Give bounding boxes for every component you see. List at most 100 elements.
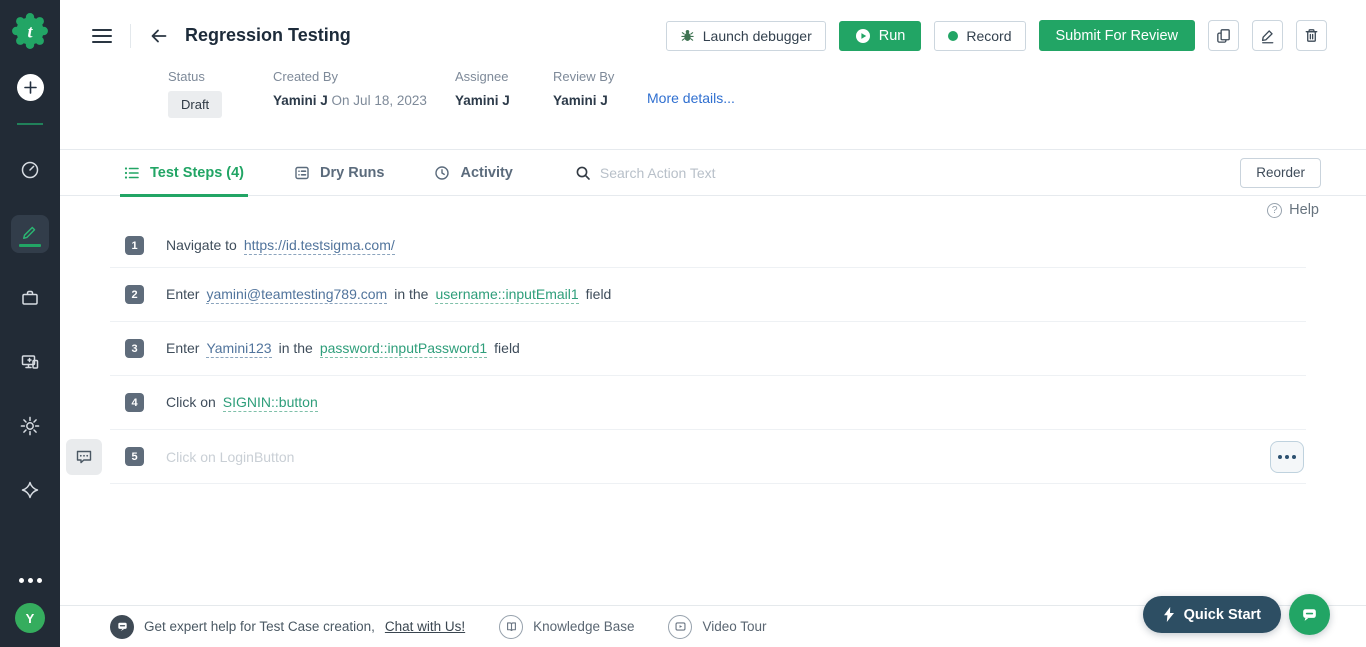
step-number-badge: 2	[125, 285, 144, 304]
test-step-row-1[interactable]: 1 Navigate to https://id.testsigma.com/	[110, 224, 1306, 268]
test-step-row-3[interactable]: 3 Enter Yamini123 in the password::input…	[110, 322, 1306, 376]
created-by-date: On Jul 18, 2023	[332, 93, 427, 108]
new-step-row-5[interactable]: 5 Click on LoginButton	[110, 430, 1306, 484]
copy-button[interactable]	[1208, 20, 1239, 51]
review-by-value: Yamini J	[553, 93, 647, 108]
lightning-icon	[1163, 607, 1175, 622]
step-text: in the	[394, 286, 428, 302]
delete-button[interactable]	[1296, 20, 1327, 51]
header-actions: Launch debugger Run Record Su	[666, 20, 1327, 51]
video-tour-item[interactable]: Video Tour	[668, 615, 766, 639]
briefcase-icon	[19, 287, 41, 309]
sidebar-more-button[interactable]	[15, 574, 46, 587]
quick-start-label: Quick Start	[1184, 607, 1261, 623]
sidebar-item-dashboard[interactable]	[11, 151, 49, 189]
floating-actions: Quick Start	[1143, 594, 1330, 635]
test-case-header: Regression Testing Launch debugger	[60, 0, 1366, 150]
tab-dry-runs[interactable]: Dry Runs	[290, 150, 388, 196]
step-number-badge: 4	[125, 393, 144, 412]
step-text: Click on	[166, 394, 216, 410]
step-value-link[interactable]: Yamini123	[206, 340, 271, 358]
sidebar-nav	[11, 151, 49, 509]
addons-spark-icon	[19, 479, 41, 501]
help-row: ? Help	[60, 196, 1366, 224]
title-row: Regression Testing Launch debugger	[60, 0, 1366, 51]
tab-activity[interactable]: Activity	[430, 150, 516, 196]
step-value-link[interactable]: yamini@teamtesting789.com	[206, 286, 387, 304]
created-by-label: Created By	[273, 69, 455, 84]
app-root: t	[0, 0, 1366, 647]
ellipsis-icon	[19, 578, 24, 583]
assignee-column: Assignee Yamini J	[455, 69, 553, 108]
test-step-row-4[interactable]: 4 Click on SIGNIN::button	[110, 376, 1306, 430]
edit-button[interactable]	[1252, 20, 1283, 51]
main-area: Regression Testing Launch debugger	[60, 0, 1366, 647]
page-title: Regression Testing	[185, 25, 351, 46]
tab-test-steps[interactable]: Test Steps (4)	[120, 150, 248, 196]
plus-icon	[24, 81, 37, 94]
sidebar-item-test-lab[interactable]	[11, 343, 49, 381]
search-action-text-input[interactable]	[600, 165, 800, 181]
quick-start-button[interactable]: Quick Start	[1143, 596, 1281, 633]
record-label: Record	[966, 28, 1011, 44]
help-question-icon: ?	[1267, 203, 1282, 218]
more-details-link[interactable]: More details...	[647, 69, 735, 106]
step-value-link[interactable]: https://id.testsigma.com/	[244, 237, 395, 255]
created-by-column: Created By Yamini J On Jul 18, 2023	[273, 69, 455, 108]
step-element-link[interactable]: SIGNIN::button	[223, 394, 318, 412]
launch-debugger-button[interactable]: Launch debugger	[666, 21, 826, 51]
step-more-actions-button[interactable]	[1270, 441, 1304, 473]
record-button[interactable]: Record	[934, 21, 1025, 51]
chat-glyph-icon	[116, 620, 129, 633]
run-button[interactable]: Run	[839, 21, 922, 51]
hamburger-icon	[92, 29, 112, 31]
sidebar-item-test-development[interactable]	[11, 215, 49, 253]
hamburger-menu-button[interactable]	[88, 25, 116, 47]
clock-icon	[434, 165, 450, 181]
create-new-button[interactable]	[17, 74, 44, 101]
user-avatar[interactable]: Y	[15, 603, 45, 633]
tab-activity-label: Activity	[460, 165, 512, 181]
knowledge-base-item[interactable]: Knowledge Base	[499, 615, 634, 639]
trash-icon	[1303, 27, 1320, 44]
sidebar-divider	[17, 123, 43, 125]
gear-icon	[19, 415, 41, 437]
created-by-name: Yamini J	[273, 93, 328, 108]
reorder-button[interactable]: Reorder	[1240, 158, 1321, 188]
assignee-value: Yamini J	[455, 93, 553, 108]
test-step-row-2[interactable]: 2 Enter yamini@teamtesting789.com in the…	[110, 268, 1306, 322]
sidebar-item-addons[interactable]	[11, 471, 49, 509]
test-case-meta: Status Draft Created By Yamini J On Jul …	[60, 51, 1366, 118]
run-label: Run	[879, 28, 906, 44]
testsigma-logo-icon[interactable]: t	[11, 12, 49, 50]
sidebar-item-projects[interactable]	[11, 279, 49, 317]
step-element-link[interactable]: username::inputEmail1	[435, 286, 578, 304]
help-link[interactable]: Help	[1289, 202, 1319, 218]
chat-support-icon	[110, 615, 134, 639]
book-icon	[499, 615, 523, 639]
status-badge: Draft	[168, 91, 222, 118]
sidebar-item-settings[interactable]	[11, 407, 49, 445]
chat-with-us-link[interactable]: Chat with Us!	[385, 619, 465, 634]
step-comment-button[interactable]	[66, 439, 102, 475]
step-element-link[interactable]: password::inputPassword1	[320, 340, 487, 358]
assignee-label: Assignee	[455, 69, 553, 84]
expert-help-text: Get expert help for Test Case creation,	[144, 619, 375, 634]
back-button[interactable]	[147, 24, 171, 48]
step-text: field	[494, 340, 520, 356]
tabs-bar: Test Steps (4) Dry Runs Activity	[60, 150, 1366, 196]
submit-for-review-button[interactable]: Submit For Review	[1039, 20, 1195, 51]
bug-icon	[680, 28, 695, 43]
expert-help-item: Get expert help for Test Case creation, …	[110, 615, 465, 639]
review-by-label: Review By	[553, 69, 647, 84]
copy-icon	[1215, 27, 1232, 44]
pencil-icon	[20, 222, 40, 242]
chat-widget-button[interactable]	[1289, 594, 1330, 635]
submit-for-review-label: Submit For Review	[1056, 28, 1178, 44]
list-icon	[124, 165, 140, 181]
new-step-placeholder[interactable]: Click on LoginButton	[166, 449, 294, 465]
launch-debugger-label: Launch debugger	[703, 28, 812, 44]
step-text: in the	[279, 340, 313, 356]
step-text: Enter	[166, 340, 199, 356]
devices-icon	[19, 351, 41, 373]
